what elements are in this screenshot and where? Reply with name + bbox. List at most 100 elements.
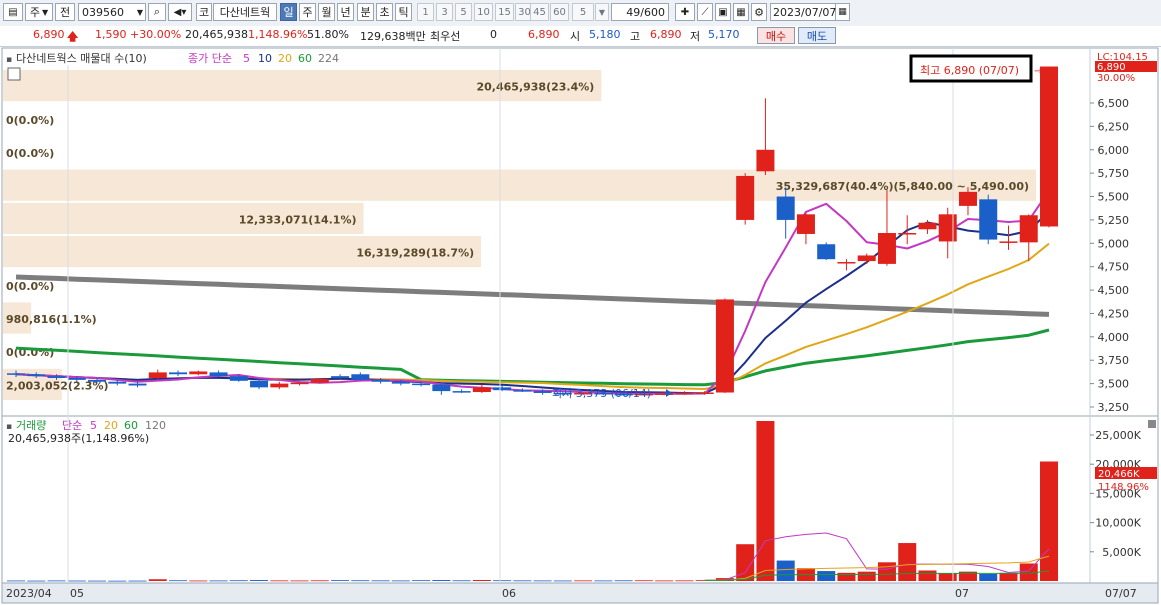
volume-panel-border (1, 415, 1159, 584)
candle-body (918, 222, 937, 230)
volume-bar (857, 571, 876, 581)
price-volume-chart[interactable]: 20,465,938(23.4%) 0(0.0%) 0(0.0%) 35,329,68… (0, 0, 1161, 605)
volume-bar (27, 580, 46, 582)
volume-bar (877, 562, 896, 581)
price-tick-label: 6,250 (1098, 120, 1130, 133)
volume-profile-label: 980,816(1.1%) (6, 313, 97, 326)
candle-body (877, 233, 896, 264)
current-price-tag-label: 6,890 (1097, 62, 1126, 73)
legend-square-icon: ▪ (6, 55, 12, 65)
volume-profile-label: 20,465,938(23.4%) (477, 81, 595, 94)
volume-bar (310, 580, 329, 582)
candle-body (148, 372, 167, 379)
vol-legend-ma-120: 120 (145, 419, 166, 432)
candle-body (958, 191, 977, 206)
volume-bar (979, 573, 998, 581)
volume-tick-label: 5,000K (1102, 546, 1141, 559)
candle-body (533, 391, 552, 393)
candle-body (128, 383, 147, 386)
volume-bar (351, 580, 370, 582)
price-axis: 6,500 6,250 6,000 5,750 5,500 5,250 5,000 4,750… (1090, 52, 1157, 414)
candle-body (1019, 215, 1038, 243)
price-tick-label: 4,750 (1098, 261, 1130, 274)
candle-body (857, 255, 876, 262)
current-volume-tag-label: 20,466K (1098, 469, 1140, 480)
candle-body (756, 149, 775, 172)
chart-settings-icon[interactable] (7, 67, 21, 81)
candle-body (229, 376, 248, 381)
price-tick-label: 4,250 (1098, 307, 1130, 320)
candle-body (493, 387, 512, 391)
ma-60-line (15, 328, 1050, 387)
volume-bar (472, 580, 491, 581)
vol-legend-square-icon: ▪ (6, 422, 12, 432)
candle-body (452, 391, 471, 393)
volume-bar (128, 580, 147, 582)
volume-bar (634, 580, 653, 582)
candle-body (736, 175, 755, 220)
candle-body (250, 380, 269, 388)
candle-body (169, 372, 188, 375)
legend-title: 다산네트웍스 매물대 수(10) (16, 52, 147, 65)
volume-bar (331, 580, 350, 581)
vol-panel-close-icon[interactable] (1148, 420, 1156, 428)
volume-bar (898, 543, 917, 581)
high-annotation: 최고 6,890 (07/07) (920, 64, 1019, 77)
price-tick-label: 5,750 (1098, 167, 1130, 180)
volume-bar (67, 580, 86, 582)
vol-legend-current: 20,465,938주(1,148.96%) (8, 432, 149, 445)
candle-body (7, 373, 25, 375)
low-annotation: 최저 3,375 (06/14) (552, 387, 651, 400)
volume-profile-label: 0(0.0%) (6, 280, 54, 293)
volume-axis: 25,000K20,000K15,000K10,000K5,000K20,466… (1090, 429, 1157, 559)
volume-bar (938, 573, 957, 581)
candle-body (695, 392, 714, 395)
volume-ma-lines (704, 532, 1050, 581)
volume-bar (290, 580, 309, 582)
ma-224-line (15, 274, 1050, 317)
x-axis-label: 07/07 (1105, 587, 1137, 600)
candle-body (979, 199, 998, 240)
candle-body (351, 374, 370, 380)
candle-body (432, 384, 451, 392)
high-arrow: → (1034, 66, 1042, 77)
candle-body (108, 381, 127, 384)
volume-bar (88, 580, 107, 582)
volume-profile-label: 0(0.0%) (6, 114, 54, 127)
volume-bar (452, 580, 471, 582)
price-tick-label: 5,250 (1098, 214, 1130, 227)
candle-body (513, 390, 532, 392)
candle-body (371, 379, 390, 382)
candle-body (817, 244, 836, 260)
candle-body (1040, 66, 1058, 227)
candle-body (412, 383, 431, 386)
candle-body (999, 241, 1018, 243)
volume-bar (675, 580, 694, 582)
price-tick-label: 6,500 (1098, 97, 1130, 110)
volume-bar (553, 580, 572, 582)
candle-body (189, 371, 208, 375)
volume-bar (432, 580, 451, 581)
volume-bar (148, 579, 167, 581)
volume-bar (655, 580, 674, 582)
volume-tick-label: 10,000K (1095, 517, 1141, 530)
candle-body (715, 299, 734, 393)
low-marker (666, 389, 672, 397)
volume-bar (614, 580, 633, 582)
volume-bar (776, 560, 795, 581)
candle-body (796, 214, 815, 234)
vol-ma-60-line (704, 570, 1050, 581)
current-pct-label: 30.00% (1097, 73, 1135, 84)
volume-profile-label: 0(0.0%) (6, 147, 54, 160)
price-tick-label: 5,500 (1098, 191, 1130, 204)
candle-body (310, 378, 329, 383)
candle-body (209, 372, 228, 377)
x-axis-label: 07 (955, 587, 969, 600)
candle-body (47, 376, 66, 379)
volume-bar (533, 580, 552, 582)
volume-bar (209, 580, 228, 582)
volume-profile-label: 12,333,071(14.1%) (239, 213, 357, 226)
candle-body (675, 392, 694, 395)
volume-bar (756, 421, 775, 581)
price-tick-label: 6,000 (1098, 144, 1130, 157)
